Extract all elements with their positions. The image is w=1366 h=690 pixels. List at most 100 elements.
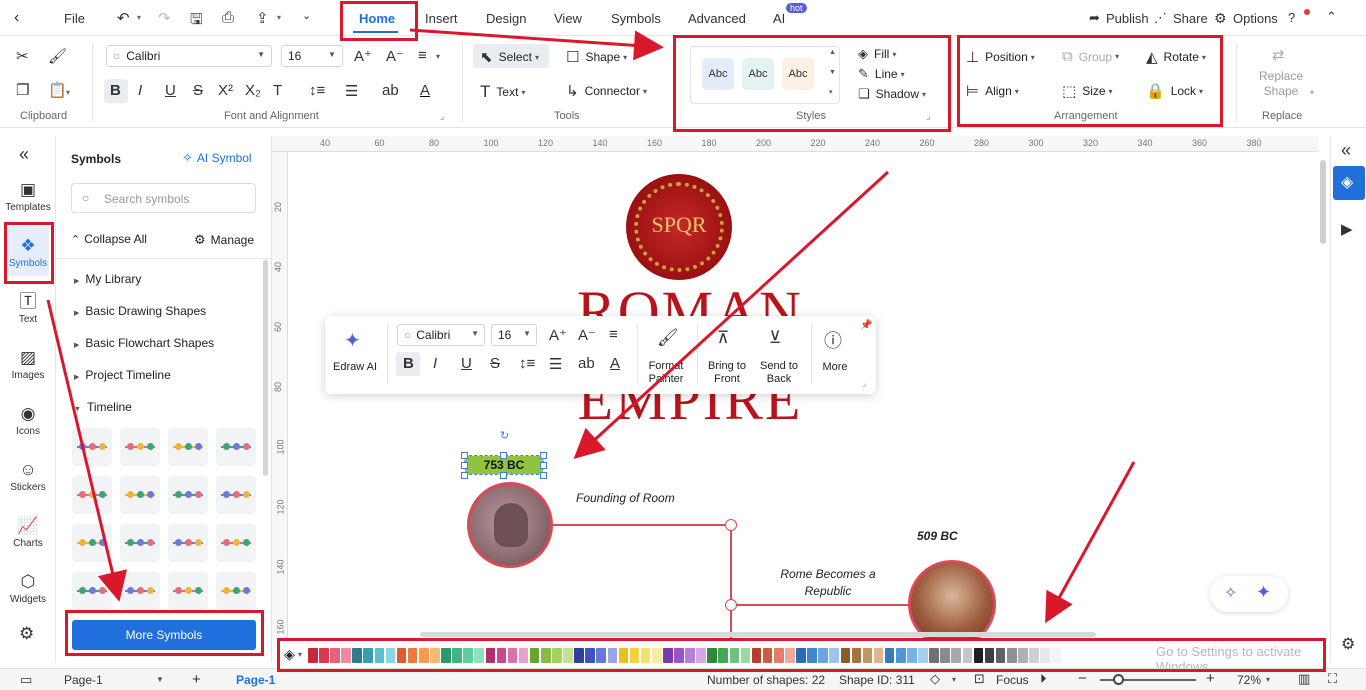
timeline-shape-thumbnail[interactable] [72,524,112,562]
format-painter-button[interactable]: Format Painter [640,360,692,386]
add-page-icon[interactable]: + [192,671,201,688]
export-dropdown-icon[interactable]: ▾ [277,13,281,22]
float-bullet-icon[interactable]: ☰ [549,355,562,373]
color-swatch[interactable] [796,648,806,663]
rail-item-widgets[interactable]: ⬡ Widgets [0,572,56,605]
library-my-library[interactable]: ▶ My Library [74,272,141,286]
timeline-shape-thumbnail[interactable] [72,572,112,610]
color-swatch[interactable] [696,648,706,663]
zoom-out-icon[interactable]: − [1078,670,1087,687]
tab-view[interactable]: View [554,11,582,26]
color-swatch[interactable] [829,648,839,663]
color-swatch[interactable] [918,648,928,663]
style-sample-1[interactable]: Abc [702,58,734,90]
color-swatch[interactable] [418,648,429,663]
style-panel-tab[interactable]: ◈ [1333,166,1365,200]
redo-icon[interactable]: ↷ [158,9,171,27]
undo-dropdown-icon[interactable]: ▾ [137,13,141,22]
color-swatch[interactable] [818,648,828,663]
ai-symbol-button[interactable]: ✧ AI Symbol [182,150,252,166]
manage-button[interactable]: ⚙ Manage [194,232,254,248]
options-gear-icon[interactable]: ⚙ [1214,10,1227,27]
float-decrease-font-icon[interactable]: A⁻ [578,326,596,344]
lock-button[interactable]: 🔒 Lock ▾ [1146,82,1203,100]
back-icon[interactable]: ‹ [14,9,19,27]
tab-insert[interactable]: Insert [425,11,458,26]
cut-icon[interactable]: ✂ [16,47,29,65]
color-swatch[interactable] [751,648,762,663]
color-swatch[interactable] [773,648,784,663]
format-painter-icon[interactable]: 🖌 [657,328,679,348]
rotate-button[interactable]: ◭ Rotate ▾ [1146,48,1206,66]
color-swatch[interactable] [651,648,662,663]
color-swatch[interactable] [862,648,873,663]
color-swatch[interactable] [629,648,640,663]
print-icon[interactable]: ⎙ [222,9,234,26]
color-swatch[interactable] [1051,648,1061,663]
text-align-icon[interactable]: ≡ [418,47,427,64]
color-swatch[interactable] [951,648,962,663]
replace-shape-icon[interactable]: ⇄ [1272,46,1285,64]
color-swatch[interactable] [962,648,973,663]
color-swatch[interactable] [385,648,396,663]
color-swatch[interactable] [518,648,529,663]
color-swatch[interactable] [718,648,729,663]
play-icon[interactable]: ⏵ [1040,671,1047,687]
text-case-icon[interactable]: T [273,82,282,99]
timeline-shape-thumbnail[interactable] [216,428,256,466]
color-swatch[interactable] [407,648,418,663]
connector-node[interactable] [725,599,737,611]
color-swatch[interactable] [873,648,884,663]
options-button[interactable]: Options [1233,11,1278,26]
timeline-shape-thumbnail[interactable] [168,572,208,610]
align-button[interactable]: ⊨ Align ▾ [966,82,1019,100]
focus-icon[interactable]: ⊡ [974,671,985,687]
rail-item-charts[interactable]: 📈 Charts [0,516,56,549]
color-swatch[interactable] [319,648,329,663]
gallery-up-icon[interactable]: ▲ [829,49,836,56]
font-size-select[interactable]: 16 ▼ [281,45,343,67]
library-basic-flowchart[interactable]: ▶ Basic Flowchart Shapes [74,336,214,350]
increase-font-icon[interactable]: A⁺ [354,47,372,65]
canvas-horizontal-scrollbar[interactable] [420,632,1096,637]
align-dropdown-icon[interactable]: ▾ [436,52,440,61]
roman-coin-image[interactable] [467,482,553,568]
replace-dropdown-icon[interactable]: ▾ [1310,88,1314,97]
color-swatch[interactable] [663,648,673,663]
timeline-shape-thumbnail[interactable] [72,428,112,466]
group-button[interactable]: ⧉ Group ▾ [1062,48,1119,65]
gallery-expand-icon[interactable]: ▾ [829,88,833,96]
connector-node[interactable] [725,519,737,531]
color-swatch[interactable] [341,648,351,663]
rail-item-icons[interactable]: ◉ Icons [0,404,56,437]
float-font-select[interactable]: ○ Calibri ▼ [397,324,485,346]
superscript-icon[interactable]: X² [218,82,233,99]
color-swatch[interactable] [540,648,551,663]
publish-button[interactable]: Publish [1106,11,1149,26]
color-swatch[interactable] [674,648,684,663]
color-swatch[interactable] [574,648,584,663]
color-swatch[interactable] [485,648,496,663]
color-swatch[interactable] [785,648,795,663]
float-font-color-icon[interactable]: A [610,355,620,372]
publish-icon[interactable]: ➦ [1089,10,1100,26]
magic-wand-icon[interactable]: ✧ [1224,583,1237,603]
library-project-timeline[interactable]: ▶ Project Timeline [74,368,171,382]
color-swatch[interactable] [585,648,595,663]
timeline-shape-thumbnail[interactable] [168,428,208,466]
rail-item-stickers[interactable]: ☺ Stickers [0,460,56,493]
resize-handle[interactable] [540,472,547,479]
color-swatch[interactable] [729,648,740,663]
style-sample-3[interactable]: Abc [782,58,814,90]
font-family-select[interactable]: ○ Calibri ▼ [106,45,272,67]
more-options-icon[interactable]: ⓘ [824,327,842,353]
font-settings-launcher-icon[interactable]: ⌟ [440,111,444,122]
color-swatch[interactable] [940,648,950,663]
line-button[interactable]: ✎ Line ▾ [858,66,905,82]
timeline-shape-thumbnail[interactable] [120,476,160,514]
fill-button[interactable]: ◈ Fill ▾ [858,46,896,62]
color-swatch[interactable] [552,648,562,663]
layers-icon[interactable]: ◇ [930,671,940,687]
color-swatch[interactable] [840,648,851,663]
color-swatch[interactable] [596,648,607,663]
